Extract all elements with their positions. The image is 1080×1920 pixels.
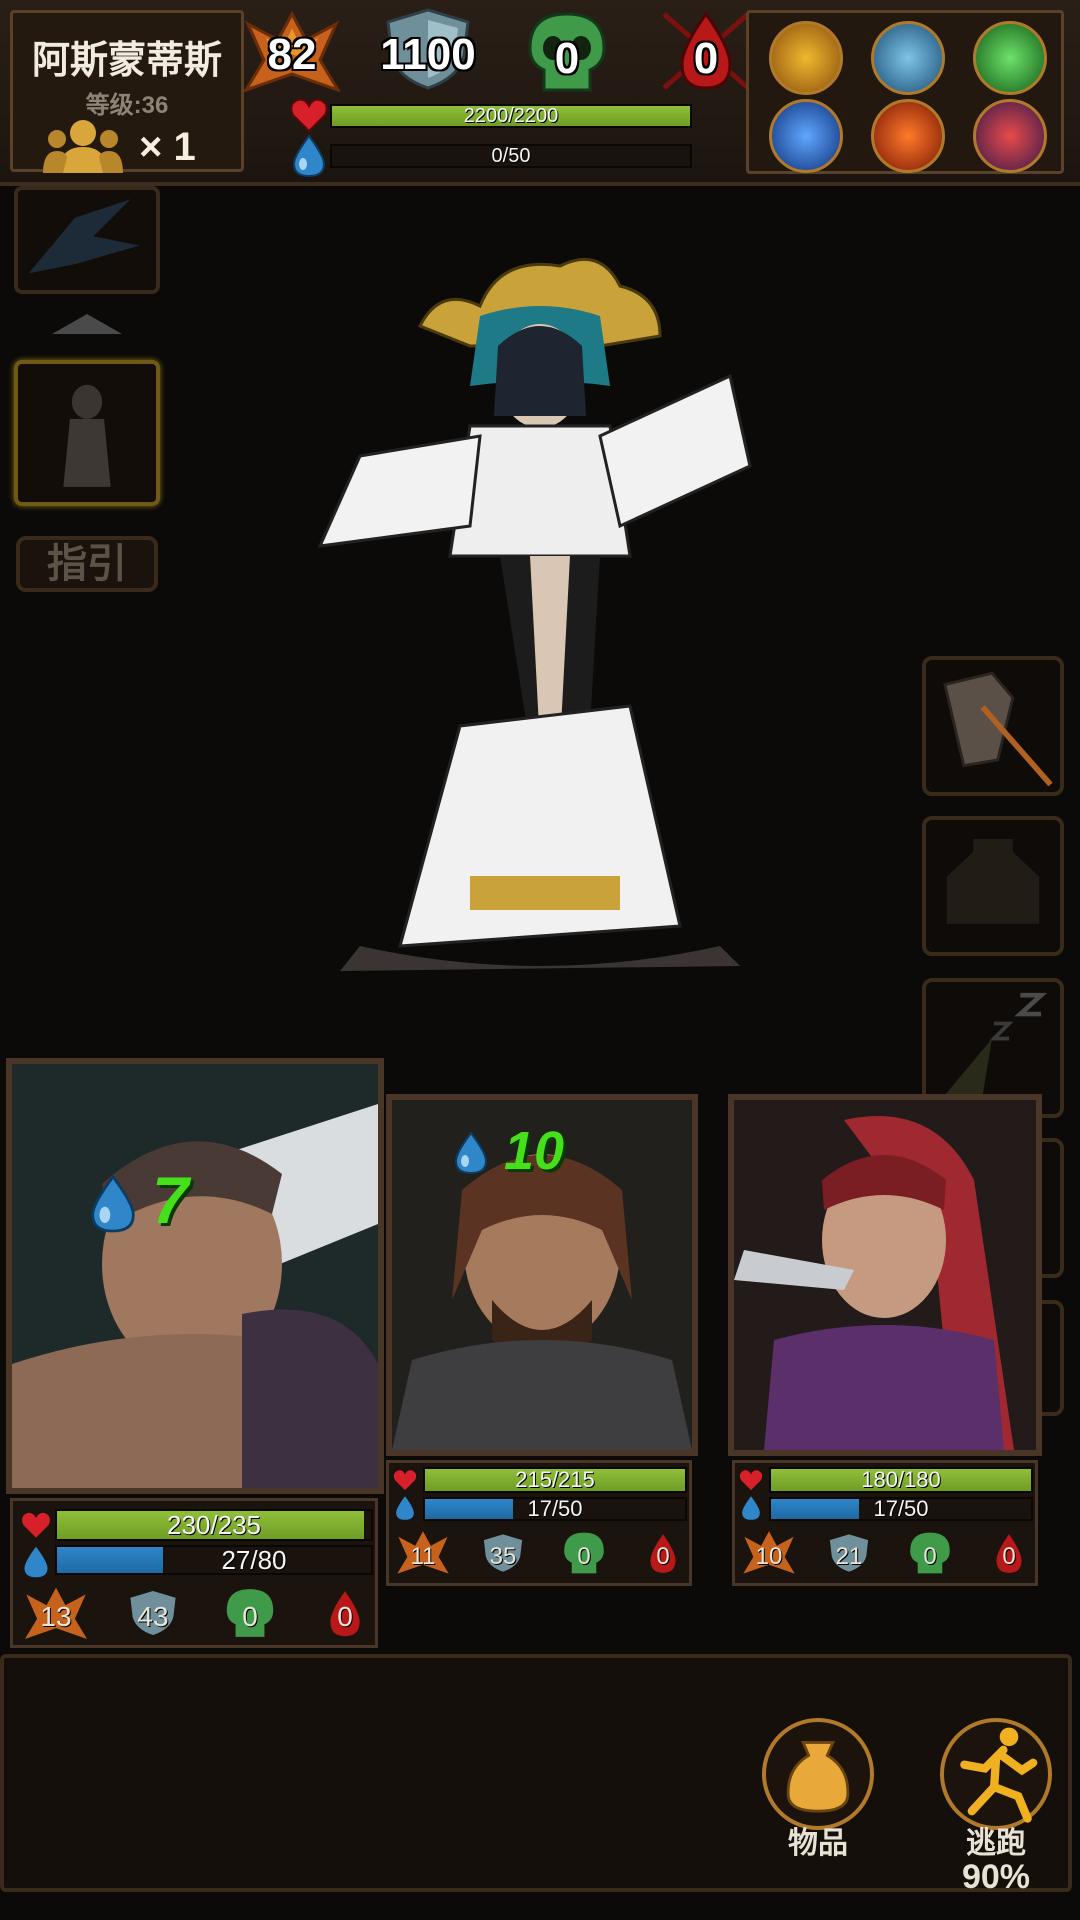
hero-attack-value: 10 (755, 1543, 783, 1570)
equipment-slot-item[interactable] (922, 816, 1064, 956)
running-man-icon (960, 1727, 1038, 1823)
hero-defense-value: 35 (489, 1543, 517, 1570)
mana-gain-number: 10 (504, 1121, 565, 1181)
equipment-slot-shield[interactable] (922, 656, 1064, 796)
boss-hp-bar: 2200/2200 (330, 104, 692, 128)
hero-poison-value: 0 (242, 1601, 258, 1632)
poison-blade-skill-icon[interactable] (973, 21, 1047, 95)
heart-icon (290, 98, 328, 132)
hero-hp-text: 180/180 (861, 1467, 941, 1492)
hero-mp-text: 17/50 (527, 1496, 583, 1521)
hero-mp-bar: 17/50 (769, 1497, 1033, 1521)
pouch-icon (946, 838, 1040, 924)
hero-mp-text: 17/50 (873, 1496, 929, 1521)
hero-poison-value: 0 (923, 1543, 937, 1570)
hero-stats-warrior: 230/235 27/80 13 43 0 0 (10, 1498, 378, 1648)
party-icon (43, 120, 123, 173)
flee-button[interactable] (940, 1718, 1052, 1830)
ice-skill-icon[interactable] (871, 21, 945, 95)
mana-drop-icon (24, 1546, 48, 1578)
scroll-up-arrow-icon[interactable] (52, 312, 122, 336)
hero-defense-value: 21 (835, 1543, 863, 1570)
mana-drop-icon (454, 1131, 488, 1175)
boss-name: 阿斯蒙蒂斯 (31, 40, 222, 82)
blood-demon-skill-icon[interactable] (973, 99, 1047, 173)
warrior-portrait (12, 1064, 378, 1488)
boss-character-illustration (317, 257, 752, 971)
hero-attack-value: 13 (40, 1601, 72, 1632)
hero-mp-bar: 17/50 (423, 1497, 687, 1521)
boss-level: 等级:36 (85, 92, 169, 119)
boss-defense-value: 1100 (380, 30, 476, 79)
items-button[interactable] (762, 1718, 874, 1830)
boss-info-panel: 阿斯蒙蒂斯 等级:36 × 1 (10, 10, 244, 173)
hero-card-warrior[interactable]: 7 (6, 1058, 384, 1494)
action-panel (0, 1654, 1072, 1892)
hero-hp-text: 230/235 (167, 1510, 261, 1540)
boss-attack-value: 82 (267, 30, 317, 79)
hero-mp-bar: 27/80 (55, 1545, 373, 1575)
party-count: × 1 (139, 125, 196, 169)
hero-stats-mercenary: 215/215 17/50 11 35 0 0 (386, 1460, 692, 1586)
flee-chance: 90% (961, 1858, 1031, 1896)
golden-slash-skill-icon[interactable] (769, 21, 843, 95)
boss-bleed-value: 0 (693, 34, 719, 83)
hero-bleed-value: 0 (337, 1601, 353, 1632)
enemy-slot-selected[interactable] (14, 360, 160, 506)
hero-card-mercenary[interactable]: 10 (386, 1094, 698, 1456)
boss-poison-value: 0 (554, 34, 580, 83)
hero-stat-row: 10 21 0 0 (739, 1527, 1035, 1583)
vortex-skill-icon[interactable] (769, 99, 843, 173)
flee-label[interactable]: 逃跑 (940, 1818, 1052, 1862)
item-bag-icon (786, 1741, 850, 1813)
hero-hp-text: 215/215 (515, 1467, 595, 1492)
hero-bleed-value: 0 (1002, 1543, 1016, 1570)
hero-card-rogue[interactable] (728, 1094, 1042, 1456)
boss-mp-bar: 0/50 (330, 144, 692, 168)
items-label[interactable]: 物品 (762, 1818, 874, 1862)
boss-mini-portrait-icon (63, 384, 111, 487)
hero-stats-rogue: 180/180 17/50 10 21 0 0 (732, 1460, 1038, 1586)
fire-slash-skill-icon[interactable] (871, 99, 945, 173)
mana-drop-icon (396, 1496, 414, 1520)
top-bar: 阿斯蒙蒂斯 等级:36 × 1 82 1100 0 0 2200/2200 0/… (0, 0, 1080, 186)
heart-icon (393, 1470, 417, 1491)
boss-skills-panel (746, 10, 1064, 174)
hero-stat-row: 13 43 0 0 (17, 1585, 377, 1645)
boss-hp-text: 2200/2200 (463, 105, 559, 127)
hero-bleed-value: 0 (656, 1543, 670, 1570)
hero-hp-bar: 215/215 (423, 1467, 687, 1493)
mana-drop-icon (292, 134, 326, 178)
hero-hp-bar: 230/235 (55, 1509, 373, 1541)
hero-defense-value: 43 (137, 1601, 169, 1632)
mana-drop-icon (742, 1496, 760, 1520)
rogue-portrait (734, 1100, 1036, 1450)
hero-hp-bar: 180/180 (769, 1467, 1033, 1493)
heart-icon (22, 1512, 50, 1538)
boss-mp-text: 0/50 (491, 145, 531, 167)
heart-icon (739, 1470, 763, 1491)
dragon-portrait-icon (28, 199, 140, 274)
mana-drop-icon (91, 1174, 135, 1233)
shield-sword-icon (943, 671, 1053, 787)
guide-button[interactable]: 指引 (16, 536, 158, 592)
hero-stat-row: 11 35 0 0 (393, 1527, 689, 1583)
hero-attack-value: 11 (410, 1543, 436, 1570)
mana-gain-number: 7 (152, 1163, 189, 1237)
hero-poison-value: 0 (577, 1543, 591, 1570)
enemy-slot-previous[interactable] (14, 186, 160, 294)
hero-mp-text: 27/80 (221, 1545, 287, 1575)
